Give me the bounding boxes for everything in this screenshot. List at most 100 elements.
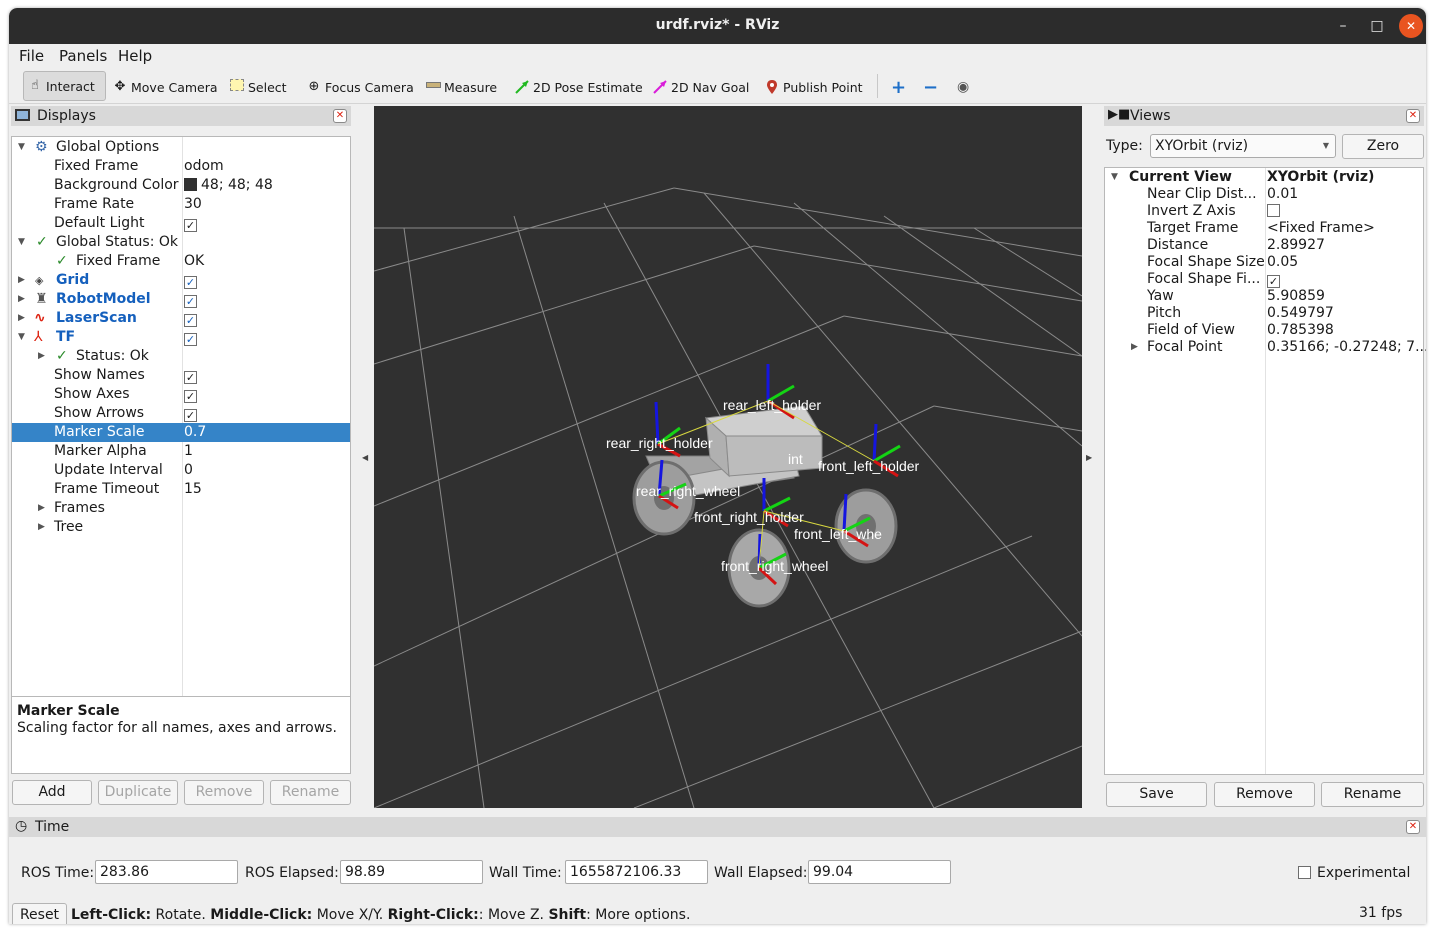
- view-row-current-view[interactable]: ▼ Current View XYOrbit (rviz): [1105, 169, 1423, 186]
- rename-view-button[interactable]: Rename: [1321, 782, 1424, 807]
- show-axes-checkbox[interactable]: ✓: [184, 385, 197, 404]
- tree-row-tf-status[interactable]: ▶ ✓ Status: Ok: [12, 347, 350, 366]
- invert-z-checkbox[interactable]: [1267, 203, 1280, 220]
- focal-shape-fixed-checkbox[interactable]: ✓: [1267, 271, 1280, 288]
- view-row-target-frame[interactable]: Target Frame <Fixed Frame>: [1105, 220, 1423, 237]
- frame-timeout-value[interactable]: 15: [184, 480, 202, 499]
- interact-tool-button[interactable]: ☝ Interact: [23, 71, 106, 101]
- tree-row-tree[interactable]: ▶ Tree: [12, 518, 350, 537]
- right-splitter-arrow-icon[interactable]: ▶: [1086, 453, 1092, 462]
- zero-view-button[interactable]: Zero: [1342, 134, 1424, 159]
- wall-elapsed-field[interactable]: 99.04: [808, 860, 951, 884]
- measure-tool-button[interactable]: Measure: [425, 77, 497, 97]
- view-row-near-clip[interactable]: Near Clip Dist... 0.01: [1105, 186, 1423, 203]
- minimize-button[interactable]: –: [1331, 14, 1355, 38]
- time-close-icon[interactable]: ✕: [1406, 820, 1420, 834]
- tree-row-background-color[interactable]: Background Color 48; 48; 48: [12, 176, 350, 195]
- collapsed-arrow-icon[interactable]: ▶: [38, 347, 45, 366]
- distance-value[interactable]: 2.89927: [1267, 237, 1325, 254]
- ros-time-field[interactable]: 283.86: [95, 860, 238, 884]
- tree-row-show-axes[interactable]: Show Axes ✓: [12, 385, 350, 404]
- rename-display-button[interactable]: Rename: [270, 780, 351, 805]
- remove-tool-minus-icon[interactable]: −: [923, 77, 938, 98]
- focus-camera-tool-button[interactable]: ⊕ Focus Camera: [306, 77, 414, 97]
- laserscan-checkbox[interactable]: ✓: [184, 309, 197, 328]
- add-tool-plus-icon[interactable]: +: [891, 77, 906, 98]
- menu-help[interactable]: Help: [118, 47, 152, 65]
- expand-arrow-icon[interactable]: ▼: [1111, 169, 1118, 186]
- fixed-frame-value[interactable]: odom: [184, 157, 224, 176]
- collapsed-arrow-icon[interactable]: ▶: [18, 290, 25, 309]
- view-row-yaw[interactable]: Yaw 5.90859: [1105, 288, 1423, 305]
- collapsed-arrow-icon[interactable]: ▶: [18, 309, 25, 328]
- tree-row-tf[interactable]: ▼ ⅄ TF ✓: [12, 328, 350, 347]
- view-row-focal-point[interactable]: ▶ Focal Point 0.35166; -0.27248; 7...: [1105, 339, 1426, 356]
- expand-arrow-icon[interactable]: ▼: [18, 138, 25, 157]
- tree-row-marker-scale[interactable]: Marker Scale 0.7: [12, 423, 350, 442]
- publish-point-tool-button[interactable]: Publish Point: [764, 77, 863, 97]
- show-arrows-checkbox[interactable]: ✓: [184, 404, 197, 423]
- ros-elapsed-field[interactable]: 98.89: [340, 860, 483, 884]
- reset-button[interactable]: Reset: [12, 903, 67, 924]
- collapsed-arrow-icon[interactable]: ▶: [38, 518, 45, 537]
- select-tool-button[interactable]: Select: [229, 77, 287, 97]
- tree-row-frame-rate[interactable]: Frame Rate 30: [12, 195, 350, 214]
- tree-row-grid[interactable]: ▶ ◈ Grid ✓: [12, 271, 350, 290]
- frame-rate-value[interactable]: 30: [184, 195, 202, 214]
- tree-row-global-options[interactable]: ▼ ⚙ Global Options: [12, 138, 350, 157]
- tf-checkbox[interactable]: ✓: [184, 328, 197, 347]
- near-clip-value[interactable]: 0.01: [1267, 186, 1298, 203]
- move-camera-tool-button[interactable]: ✥ Move Camera: [112, 77, 218, 97]
- tree-row-fixed-frame-status[interactable]: ✓ Fixed Frame OK: [12, 252, 350, 271]
- collapsed-arrow-icon[interactable]: ▶: [38, 499, 45, 518]
- views-close-icon[interactable]: ✕: [1406, 109, 1420, 123]
- eye-visibility-icon[interactable]: ◉: [957, 77, 969, 97]
- tree-row-show-names[interactable]: Show Names ✓: [12, 366, 350, 385]
- tree-row-update-interval[interactable]: Update Interval 0: [12, 461, 350, 480]
- grid-checkbox[interactable]: ✓: [184, 271, 197, 290]
- view-row-focal-shape-fixed[interactable]: Focal Shape Fi... ✓: [1105, 271, 1423, 288]
- tree-row-frame-timeout[interactable]: Frame Timeout 15: [12, 480, 350, 499]
- maximize-button[interactable]: □: [1365, 14, 1389, 38]
- background-color-value[interactable]: 48; 48; 48: [184, 176, 273, 195]
- update-interval-value[interactable]: 0: [184, 461, 193, 480]
- default-light-checkbox[interactable]: ✓: [184, 214, 197, 233]
- focal-shape-size-value[interactable]: 0.05: [1267, 254, 1298, 271]
- robotmodel-checkbox[interactable]: ✓: [184, 290, 197, 309]
- expand-arrow-icon[interactable]: ▼: [18, 233, 25, 252]
- yaw-value[interactable]: 5.90859: [1267, 288, 1325, 305]
- add-display-button[interactable]: Add: [12, 780, 92, 805]
- field-of-view-value[interactable]: 0.785398: [1267, 322, 1334, 339]
- focal-point-value[interactable]: 0.35166; -0.27248; 7...: [1267, 339, 1426, 356]
- left-splitter-arrow-icon[interactable]: ◀: [362, 453, 368, 462]
- tree-row-frames[interactable]: ▶ Frames: [12, 499, 350, 518]
- pitch-value[interactable]: 0.549797: [1267, 305, 1334, 322]
- 3d-viewport[interactable]: rear_left_holder rear_right_holder int f…: [374, 106, 1082, 808]
- marker-scale-value[interactable]: 0.7: [184, 423, 206, 442]
- experimental-checkbox[interactable]: [1298, 866, 1311, 881]
- tree-row-global-status[interactable]: ▼ ✓ Global Status: Ok: [12, 233, 350, 252]
- close-button[interactable]: ✕: [1399, 14, 1423, 38]
- nav-goal-tool-button[interactable]: 2D Nav Goal: [652, 77, 749, 97]
- wall-time-field[interactable]: 1655872106.33: [565, 860, 708, 884]
- collapsed-arrow-icon[interactable]: ▶: [1131, 339, 1138, 356]
- view-row-focal-shape-size[interactable]: Focal Shape Size 0.05: [1105, 254, 1423, 271]
- menu-panels[interactable]: Panels: [59, 47, 107, 65]
- view-row-distance[interactable]: Distance 2.89927: [1105, 237, 1423, 254]
- duplicate-display-button[interactable]: Duplicate: [98, 780, 178, 805]
- menu-file[interactable]: File: [19, 47, 44, 65]
- tree-row-default-light[interactable]: Default Light ✓: [12, 214, 350, 233]
- view-row-invert-z[interactable]: Invert Z Axis: [1105, 203, 1423, 220]
- collapsed-arrow-icon[interactable]: ▶: [18, 271, 25, 290]
- pose-estimate-tool-button[interactable]: 2D Pose Estimate: [514, 77, 643, 97]
- expand-arrow-icon[interactable]: ▼: [18, 328, 25, 347]
- save-view-button[interactable]: Save: [1106, 782, 1207, 807]
- remove-view-button[interactable]: Remove: [1214, 782, 1315, 807]
- tree-row-robotmodel[interactable]: ▶ ♜ RobotModel ✓: [12, 290, 350, 309]
- color-swatch[interactable]: [184, 178, 197, 191]
- view-row-field-of-view[interactable]: Field of View 0.785398: [1105, 322, 1423, 339]
- tree-row-fixed-frame[interactable]: Fixed Frame odom: [12, 157, 350, 176]
- displays-close-icon[interactable]: ✕: [333, 109, 347, 123]
- view-type-dropdown[interactable]: XYOrbit (rviz) ▼: [1150, 134, 1336, 158]
- view-row-pitch[interactable]: Pitch 0.549797: [1105, 305, 1423, 322]
